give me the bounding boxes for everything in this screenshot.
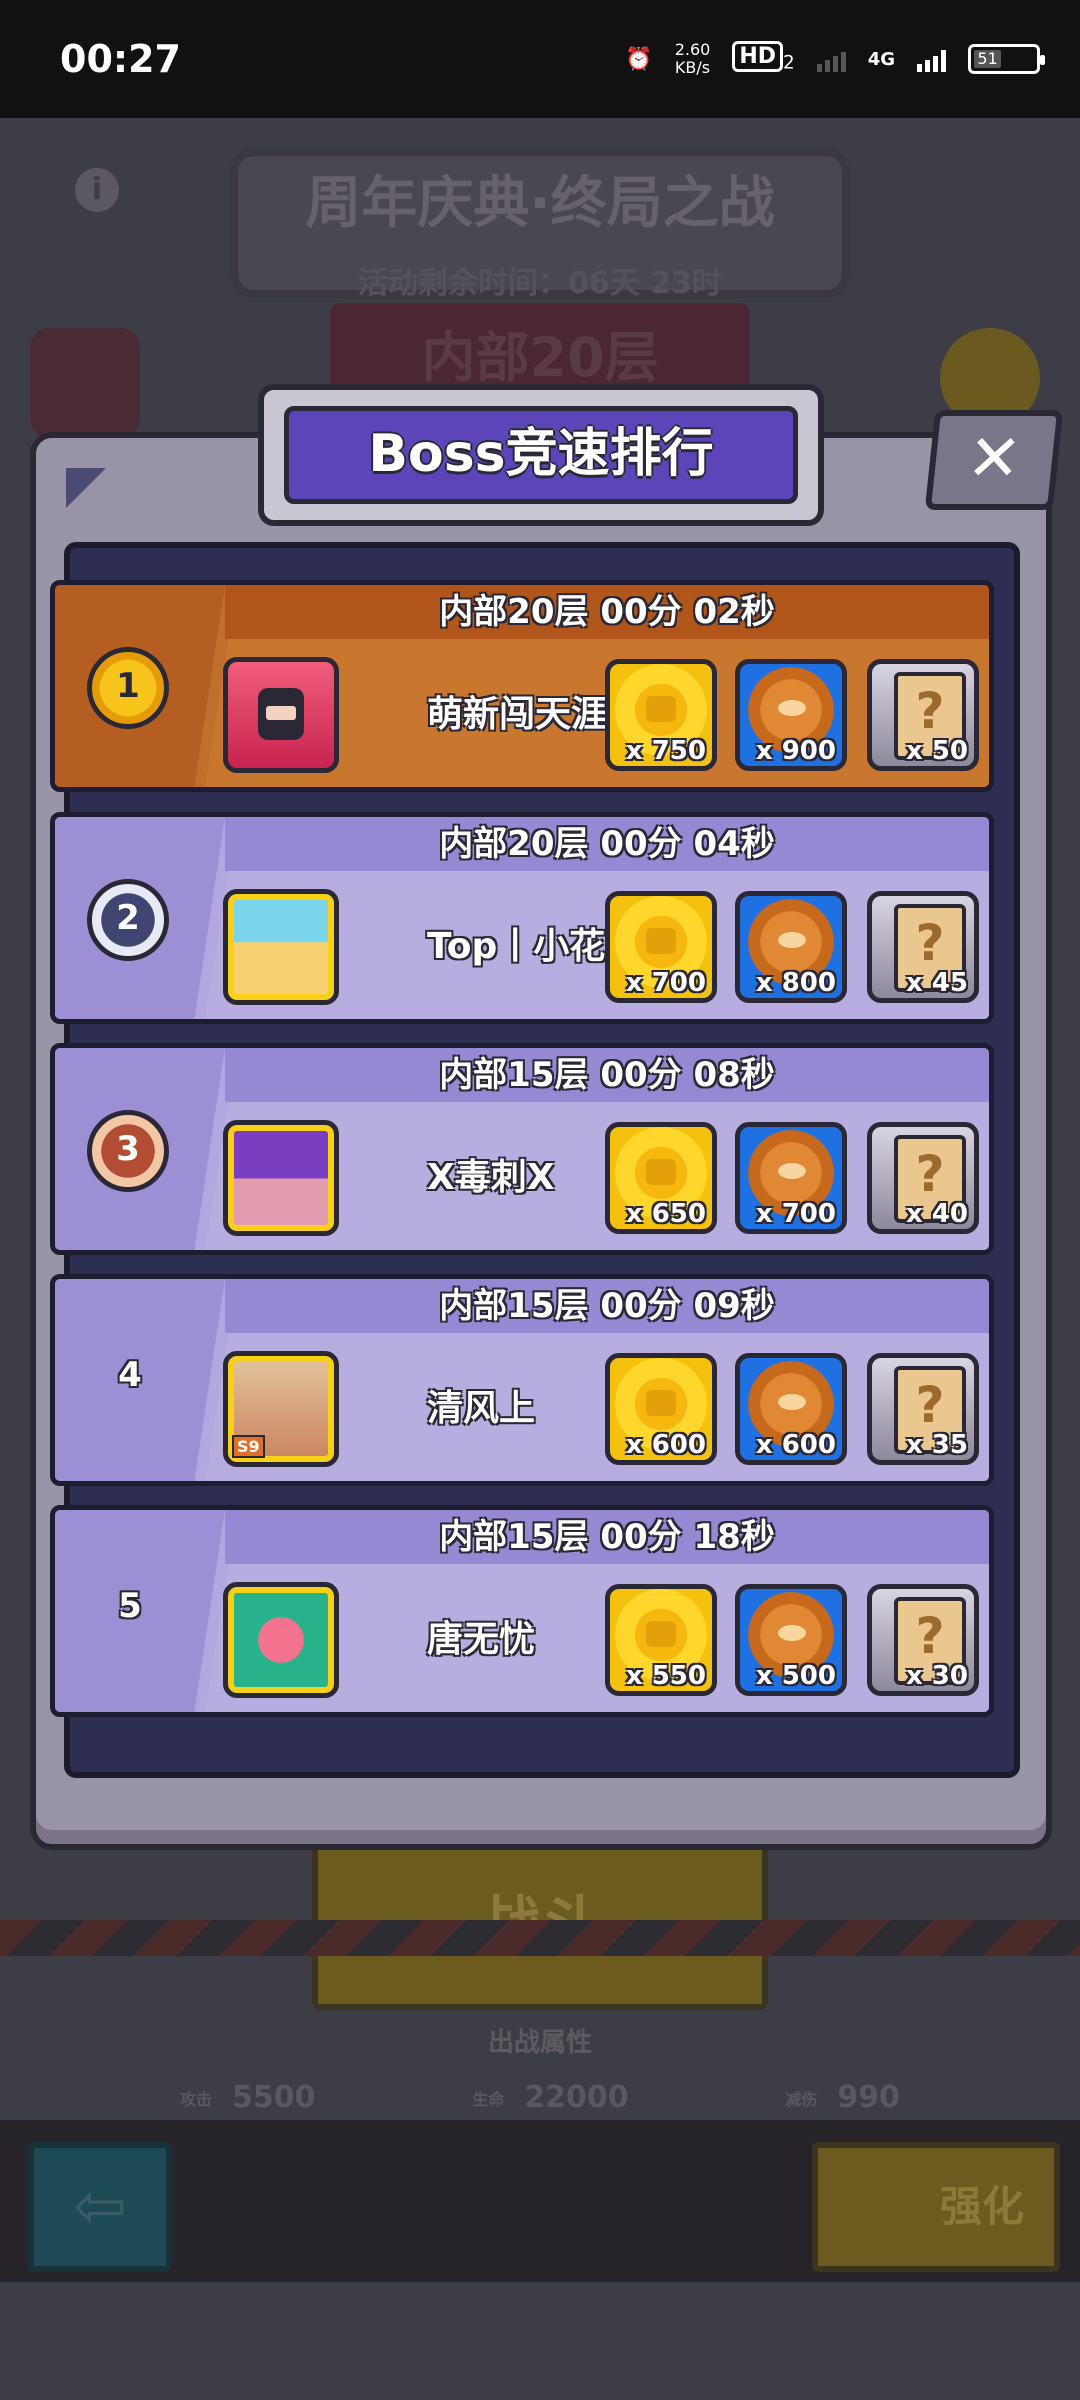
defense-stat: 减伤 990: [785, 2080, 900, 2115]
dialog-title: Boss竞速排行: [284, 406, 798, 504]
hp-stat: 生命 22000: [472, 2080, 629, 2115]
signal-icon-sim2: [816, 46, 846, 72]
pet-food-reward-icon[interactable]: x 500: [735, 1584, 847, 1696]
net-speed: 2.60 KB/s: [674, 40, 711, 77]
player-avatar[interactable]: [223, 657, 339, 773]
player-name: 萌新闯天涯: [427, 694, 608, 735]
coin-reward-icon[interactable]: x 700: [605, 891, 717, 1003]
coin-reward-icon[interactable]: x 550: [605, 1584, 717, 1696]
dialog-title-plate: Boss竞速排行: [258, 384, 824, 526]
mystery-scroll-reward-icon[interactable]: x 35: [867, 1353, 979, 1465]
alarm-icon: ⏰: [625, 46, 653, 72]
pet-food-reward-icon[interactable]: x 600: [735, 1353, 847, 1465]
player-name: X毒刺X: [427, 1157, 555, 1198]
rank-number: 5: [118, 1586, 142, 1626]
dialog-corner-decoration: [66, 468, 106, 508]
player-name: 唐无忧: [427, 1619, 536, 1660]
attack-stat: 攻击 5500: [180, 2080, 316, 2115]
armor-icon: 减伤: [785, 2089, 818, 2109]
event-remaining-time: 活动剩余时间：06天 23时: [358, 266, 722, 301]
player-avatar[interactable]: S9: [223, 1351, 339, 1467]
sword-icon: 攻击: [180, 2089, 213, 2109]
event-title: 周年庆典·终局之战: [305, 171, 775, 236]
rank-number: 4: [118, 1355, 142, 1395]
network-type: 4G: [867, 48, 895, 70]
rank-floor-time: 内部15层 00分 09秒: [225, 1279, 989, 1333]
coin-reward-icon[interactable]: x 600: [605, 1353, 717, 1465]
rank-floor-time: 内部15层 00分 08秒: [225, 1048, 989, 1102]
player-avatar-icon: [30, 328, 140, 438]
status-bar: 00:27 ⏰ 2.60 KB/s HD 2 4G 51: [0, 0, 1080, 118]
battery-icon: 51: [968, 44, 1045, 74]
rank-row-3: 内部15层 00分 08秒 3 X毒刺X x 650 x 700 x 40: [50, 1043, 994, 1255]
coin-reward-icon[interactable]: x 650: [605, 1122, 717, 1234]
rank-row-2: 内部20层 00分 04秒 2 Top丨小花 x 700 x 800 x 45: [50, 812, 994, 1024]
rank-floor-time: 内部15层 00分 18秒: [225, 1510, 989, 1564]
heart-icon: 生命: [472, 2089, 505, 2109]
hazard-stripe: [0, 1920, 1080, 1956]
close-button[interactable]: ✕: [924, 410, 1064, 510]
mystery-scroll-reward-icon[interactable]: x 30: [867, 1584, 979, 1696]
pet-food-reward-icon[interactable]: x 700: [735, 1122, 847, 1234]
enhance-button[interactable]: 强化: [812, 2142, 1060, 2272]
pet-food-reward-icon[interactable]: x 800: [735, 891, 847, 1003]
clock: 00:27: [60, 37, 181, 81]
back-arrow-button[interactable]: ⇦: [28, 2142, 172, 2272]
battle-stats: 攻击 5500 生命 22000 减伤 990: [180, 2080, 900, 2115]
rank-floor-time: 内部20层 00分 04秒: [225, 817, 989, 871]
ninja-icon: [258, 688, 304, 740]
player-avatar[interactable]: [223, 1582, 339, 1698]
mystery-scroll-reward-icon[interactable]: x 40: [867, 1122, 979, 1234]
close-icon: ✕: [963, 422, 1025, 496]
player-name: Top丨小花: [427, 926, 606, 967]
pet-food-reward-icon[interactable]: x 900: [735, 659, 847, 771]
coin-reward-icon[interactable]: x 750: [605, 659, 717, 771]
rank-floor-time: 内部20层 00分 02秒: [225, 585, 989, 639]
signal-icon-sim1: [917, 46, 946, 72]
player-avatar[interactable]: [223, 889, 339, 1005]
status-icons: ⏰ 2.60 KB/s HD 2 4G 51: [625, 40, 1045, 77]
mystery-scroll-reward-icon[interactable]: x 50: [867, 659, 979, 771]
bronze-medal-icon: 3: [87, 1110, 169, 1192]
season-badge: S9: [232, 1435, 265, 1458]
mystery-scroll-reward-icon[interactable]: x 45: [867, 891, 979, 1003]
battle-attributes-title: 出战属性: [487, 2028, 592, 2058]
rank-row-4: 内部15层 00分 09秒 4 S9 清风上 x 600 x 600 x 35: [50, 1274, 994, 1486]
silver-medal-icon: 2: [87, 879, 169, 961]
rank-row-5: 内部15层 00分 18秒 5 唐无忧 x 550 x 500 x 30: [50, 1505, 994, 1717]
player-avatar[interactable]: [223, 1120, 339, 1236]
player-name: 清风上: [427, 1388, 536, 1429]
hd-voice-icon: HD 2: [732, 41, 795, 74]
rank-row-1: 内部20层 00分 02秒 1 萌新闯天涯 x 750 x 900 x 50: [50, 580, 994, 792]
gold-medal-icon: 1: [87, 647, 169, 729]
